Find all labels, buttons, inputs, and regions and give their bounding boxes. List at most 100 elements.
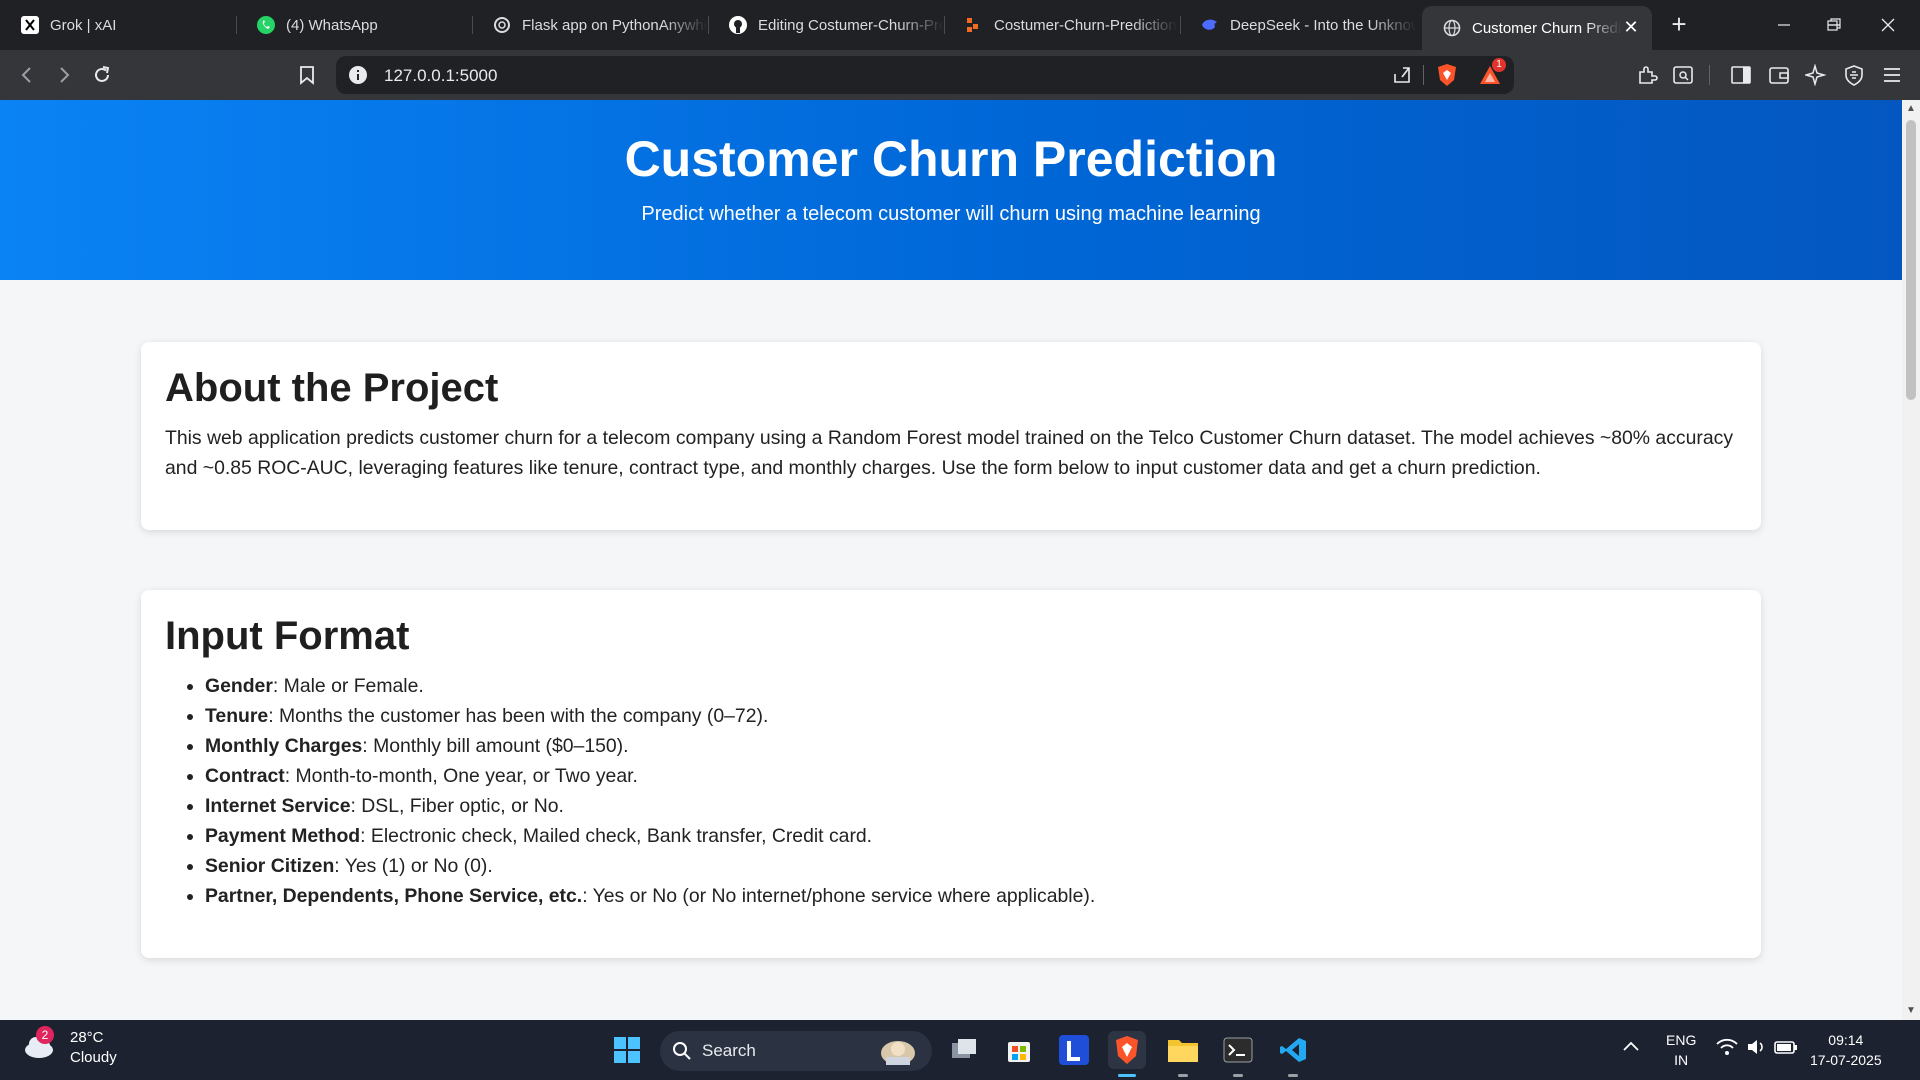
url-text[interactable]: 127.0.0.1:5000 xyxy=(384,66,497,86)
site-info-icon[interactable] xyxy=(348,65,368,85)
show-hidden-icons-chevron-icon[interactable] xyxy=(1622,1038,1640,1058)
brave-shield-icon[interactable] xyxy=(1436,63,1458,92)
weather-condition: Cloudy xyxy=(70,1049,117,1066)
start-button[interactable] xyxy=(608,1031,646,1069)
tab-strip: Grok | xAI (4) WhatsApp Flask app on Pyt… xyxy=(0,0,1920,50)
browser-toolbar: 127.0.0.1:5000 1 xyxy=(0,50,1920,100)
tab-label: Editing Costumer-Churn-Prediction xyxy=(758,16,944,34)
taskbar: 2 28°C Cloudy Search ENG IN 09:14 17-07-… xyxy=(0,1020,1920,1080)
clock[interactable]: 09:14 17-07-2025 xyxy=(1810,1030,1882,1070)
brave-browser-icon[interactable] xyxy=(1108,1031,1146,1077)
vscode-icon[interactable] xyxy=(1274,1031,1312,1077)
weather-badge: 2 xyxy=(36,1026,54,1044)
bookmark-icon[interactable] xyxy=(294,62,320,88)
minimize-button[interactable] xyxy=(1756,0,1812,50)
tab-render[interactable]: Costumer-Churn-Prediction xyxy=(944,0,1180,50)
cloud-icon: 2 xyxy=(22,1026,56,1062)
tab-pythonanywhere[interactable]: Flask app on PythonAnywhere xyxy=(472,0,708,50)
scroll-down-icon[interactable]: ▼ xyxy=(1906,1006,1916,1016)
item-text: : DSL, Fiber optic, or No. xyxy=(350,795,564,817)
tab-label: Flask app on PythonAnywhere xyxy=(522,16,708,34)
input-format-list: Gender: Male or Female. Tenure: Months t… xyxy=(205,671,1737,911)
search-label: Search xyxy=(702,1041,756,1060)
render-icon xyxy=(964,15,984,35)
back-arrow-icon[interactable] xyxy=(14,62,40,88)
file-explorer-icon[interactable] xyxy=(1164,1031,1202,1077)
grok-icon xyxy=(20,15,40,35)
scrollbar-thumb[interactable] xyxy=(1906,120,1916,400)
item-label: Partner, Dependents, Phone Service, etc. xyxy=(205,885,583,907)
item-text: : Monthly bill amount ($0–150). xyxy=(362,735,629,757)
battery-icon xyxy=(1774,1041,1797,1054)
input-format-heading: Input Format xyxy=(165,614,410,658)
about-card: About the Project This web application p… xyxy=(141,342,1761,530)
list-item: Monthly Charges: Monthly bill amount ($0… xyxy=(205,731,1737,761)
forward-arrow-icon[interactable] xyxy=(51,62,77,88)
item-text: : Male or Female. xyxy=(272,675,424,697)
wifi-icon xyxy=(1716,1038,1738,1055)
menu-icon[interactable] xyxy=(1879,62,1905,88)
running-indicator xyxy=(1178,1074,1188,1077)
tab-github-editing[interactable]: Editing Costumer-Churn-Prediction xyxy=(708,0,944,50)
list-item: Contract: Month-to-month, One year, or T… xyxy=(205,761,1737,791)
leo-ai-icon[interactable] xyxy=(1803,62,1829,88)
windows-icon xyxy=(614,1037,640,1063)
active-indicator xyxy=(1118,1074,1136,1077)
tab-label: Grok | xAI xyxy=(50,16,117,34)
about-heading: About the Project xyxy=(165,366,499,410)
close-window-button[interactable] xyxy=(1860,0,1916,50)
close-tab-icon[interactable]: ✕ xyxy=(1620,16,1642,38)
page-scrollbar[interactable]: ▲ ▼ xyxy=(1902,100,1920,1020)
search-highlight-icon xyxy=(878,1035,918,1072)
running-indicator xyxy=(1288,1074,1298,1077)
launcher-app-icon[interactable] xyxy=(1055,1031,1093,1069)
item-label: Gender xyxy=(205,675,273,697)
list-item: Senior Citizen: Yes (1) or No (0). xyxy=(205,851,1737,881)
vpn-icon[interactable] xyxy=(1841,62,1867,88)
about-text: This web application predicts customer c… xyxy=(165,427,1734,479)
scroll-up-icon[interactable]: ▲ xyxy=(1906,104,1916,114)
tab-whatsapp[interactable]: (4) WhatsApp xyxy=(236,0,472,50)
language-code: ENG xyxy=(1666,1032,1697,1048)
item-label: Payment Method xyxy=(205,825,361,847)
address-bar[interactable]: 127.0.0.1:5000 1 xyxy=(336,56,1514,94)
item-text: : Yes (1) or No (0). xyxy=(334,855,493,877)
item-text: : Month-to-month, One year, or Two year. xyxy=(284,765,638,787)
tab-deepseek[interactable]: DeepSeek - Into the Unknown xyxy=(1180,0,1416,50)
tab-grok[interactable]: Grok | xAI xyxy=(0,0,236,50)
restore-button[interactable] xyxy=(1806,0,1862,50)
volume-icon xyxy=(1748,1040,1763,1054)
system-tray[interactable] xyxy=(1716,1038,1798,1056)
wallet-icon[interactable] xyxy=(1766,62,1792,88)
tab-search-icon[interactable] xyxy=(1670,62,1696,88)
extensions-icon[interactable] xyxy=(1634,62,1660,88)
hero-banner: Customer Churn Prediction Predict whethe… xyxy=(0,100,1902,280)
list-item: Tenure: Months the customer has been wit… xyxy=(205,701,1737,731)
clock-time: 09:14 xyxy=(1828,1032,1864,1048)
tab-label: (4) WhatsApp xyxy=(286,16,378,34)
clock-date: 17-07-2025 xyxy=(1810,1052,1882,1068)
task-view-icon[interactable] xyxy=(945,1031,983,1069)
sidebar-icon[interactable] xyxy=(1728,62,1754,88)
share-icon[interactable] xyxy=(1391,64,1413,91)
input-format-card: Input Format Gender: Male or Female. Ten… xyxy=(141,590,1761,958)
item-text: : Months the customer has been with the … xyxy=(268,705,769,727)
taskbar-search[interactable]: Search xyxy=(660,1031,932,1071)
notification-badge: 1 xyxy=(1492,58,1506,72)
divider xyxy=(1423,65,1424,85)
new-tab-button[interactable]: + xyxy=(1664,10,1694,40)
tab-label: Costumer-Churn-Prediction xyxy=(994,16,1177,34)
item-label: Senior Citizen xyxy=(205,855,335,877)
terminal-icon[interactable] xyxy=(1219,1031,1257,1077)
github-icon xyxy=(728,15,748,35)
deepseek-icon xyxy=(1200,15,1220,35)
tab-customer-churn[interactable]: Customer Churn Prediction ✕ xyxy=(1422,6,1652,50)
page-viewport: Customer Churn Prediction Predict whethe… xyxy=(0,100,1902,1020)
globe-icon xyxy=(1442,18,1462,38)
temperature: 28°C xyxy=(70,1029,104,1046)
language-indicator[interactable]: ENG IN xyxy=(1666,1030,1696,1070)
reload-icon[interactable] xyxy=(89,62,115,88)
item-label: Monthly Charges xyxy=(205,735,363,757)
microsoft-store-icon[interactable] xyxy=(1000,1031,1038,1069)
weather-widget[interactable]: 2 28°C Cloudy xyxy=(22,1026,117,1068)
